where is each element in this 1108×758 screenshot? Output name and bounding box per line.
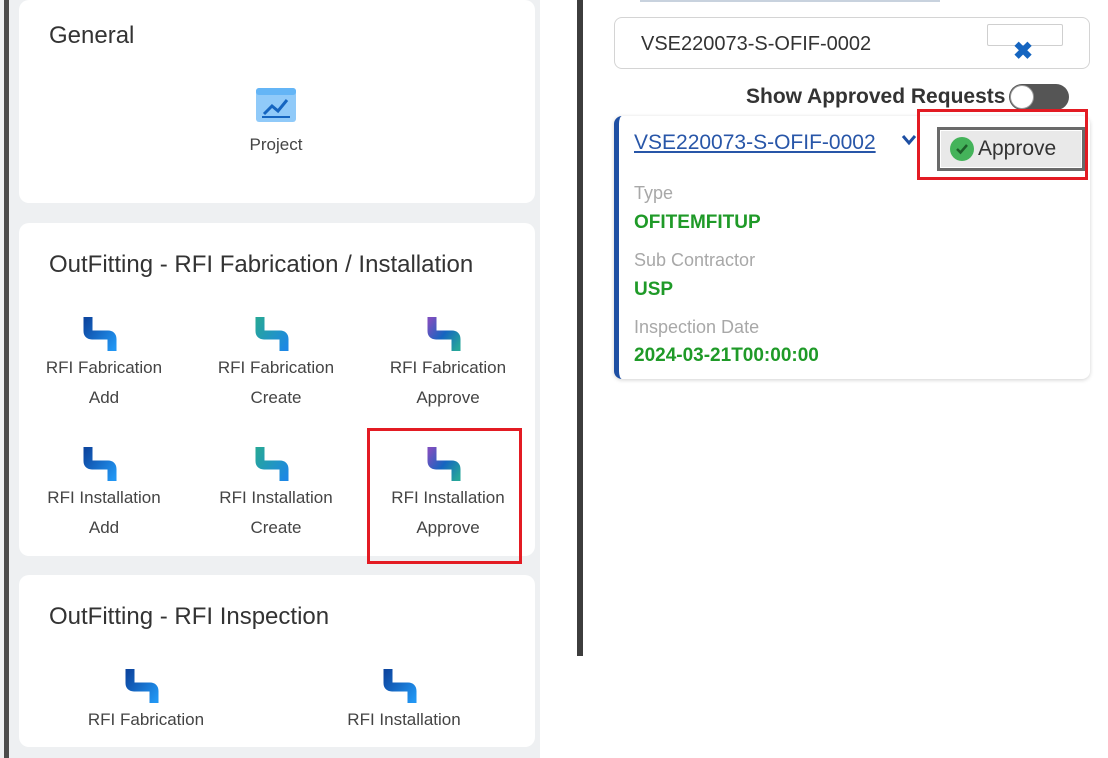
search-input-value[interactable]: VSE220073-S-OFIF-0002 [641, 33, 871, 56]
pipe-icon [125, 669, 159, 703]
approve-label: Approve [978, 137, 1057, 160]
tile-label: RFI Fabrication [87, 710, 205, 729]
tile-label: RFI Installation [219, 488, 333, 507]
show-approved-toggle-row: Show Approved Requests [746, 84, 1070, 110]
tile-rfi-inspection-fabrication[interactable]: RFI Fabrication [71, 665, 221, 735]
pipe-icon [83, 447, 117, 481]
inspection-section: OutFitting - RFI Inspection RFI Fabricat… [19, 575, 535, 747]
tile-label: RFI Fabrication [389, 358, 507, 377]
request-search-field[interactable]: VSE220073-S-OFIF-0002 ✖ [614, 17, 1090, 69]
tile-label: RFI Installation [47, 488, 161, 507]
cropped-header-edge [640, 0, 940, 4]
tile-label: Create [250, 518, 302, 537]
tile-label: Create [250, 388, 302, 407]
tile-label: Approve [416, 388, 480, 407]
highlight-annotation-installation-approve [367, 428, 522, 564]
tile-label: RFI Fabrication [45, 358, 163, 377]
panel-border [4, 0, 9, 758]
pipe-icon [255, 317, 289, 351]
pipe-icon [383, 669, 417, 703]
toggle-knob [1010, 85, 1035, 109]
section-title-inspection: OutFitting - RFI Inspection [49, 603, 330, 630]
chevron-down-icon[interactable] [901, 134, 917, 146]
close-icon[interactable]: ✖ [1013, 40, 1033, 64]
request-id-link[interactable]: VSE220073-S-OFIF-0002 [634, 131, 876, 155]
app-menu-panel: General Project OutFitting - RFI Fabrica… [0, 0, 540, 758]
check-circle-icon [950, 137, 974, 161]
tile-label: Add [88, 518, 120, 537]
tile-label: Project [249, 135, 303, 154]
tile-rfi-fabrication-approve[interactable]: RFI Fabrication Approve [373, 313, 523, 413]
tile-label: RFI Installation [347, 710, 461, 729]
tile-rfi-fabrication-create[interactable]: RFI Fabrication Create [201, 313, 351, 413]
screenshot-divider [577, 0, 583, 656]
section-title-general: General [49, 22, 135, 49]
tile-rfi-installation-add[interactable]: RFI Installation Add [29, 443, 179, 543]
tile-label: RFI Fabrication [217, 358, 335, 377]
field-value-inspection-date: 2024-03-21T00:00:00 [634, 345, 819, 366]
field-label-type: Type [634, 183, 674, 203]
chart-document-icon [256, 88, 296, 122]
approve-button[interactable]: Approve [937, 127, 1085, 171]
toggle-label: Show Approved Requests [746, 85, 1006, 108]
show-approved-toggle[interactable] [1009, 84, 1070, 110]
tile-rfi-inspection-installation[interactable]: RFI Installation [329, 665, 479, 735]
pipe-icon [255, 447, 289, 481]
pipe-icon [427, 317, 461, 351]
request-card: VSE220073-S-OFIF-0002 Approve Type OFITE… [614, 109, 1090, 379]
field-label-sub-contractor: Sub Contractor [634, 250, 756, 270]
tile-label: Add [88, 388, 120, 407]
field-value-sub-contractor: USP [634, 279, 674, 300]
tile-rfi-installation-create[interactable]: RFI Installation Create [201, 443, 351, 543]
field-value-type: OFITEMFITUP [634, 212, 761, 233]
tile-project[interactable]: Project [201, 86, 351, 160]
pipe-icon [83, 317, 117, 351]
field-label-inspection-date: Inspection Date [634, 317, 760, 337]
section-title-fabrication-installation: OutFitting - RFI Fabrication / Installat… [49, 251, 474, 278]
general-section: General Project [19, 0, 535, 203]
tile-rfi-fabrication-add[interactable]: RFI Fabrication Add [29, 313, 179, 413]
